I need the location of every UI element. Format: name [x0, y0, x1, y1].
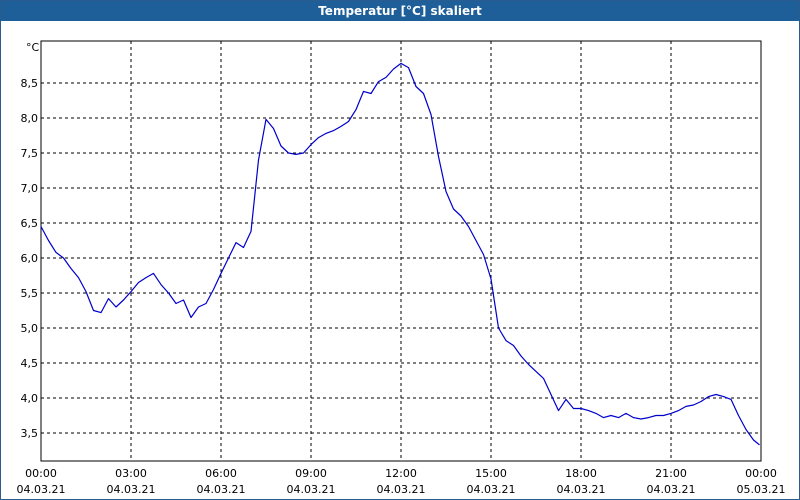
- x-tick-date-label: 04.03.21: [377, 483, 426, 496]
- y-axis-unit-label: °C: [26, 41, 40, 54]
- y-tick-label: 4,0: [21, 392, 39, 405]
- temperature-chart: 3,54,04,55,05,56,06,57,07,58,08,5 00:000…: [17, 40, 786, 496]
- y-tick-label: 6,5: [21, 217, 39, 230]
- x-axis-ticks: 00:00 04.03.21 03:00 04.03.21 06:00 04.03.21 0…: [17, 467, 786, 496]
- grid-lines: [41, 41, 761, 461]
- y-tick-label: 8,5: [21, 77, 39, 90]
- y-tick-label: 5,0: [21, 322, 39, 335]
- series-line: [40, 62, 760, 446]
- x-tick-time-label: 18:00: [565, 467, 597, 480]
- y-axis-ticks: 3,5 4,0 4,5 5,0 5,5 6,0 6,5 7,0 7,5 8,0 8,5: [21, 77, 39, 440]
- x-tick-time-label: 00:00: [745, 467, 777, 480]
- y-tick-label: 4,5: [21, 357, 39, 370]
- x-tick-time-label: 03:00: [115, 467, 147, 480]
- x-tick-date-label: 04.03.21: [107, 483, 156, 496]
- y-tick-label: 5,5: [21, 287, 39, 300]
- x-tick-date-label: 04.03.21: [287, 483, 336, 496]
- x-tick-time-label: 09:00: [295, 467, 327, 480]
- x-tick-date-label: 04.03.21: [557, 483, 606, 496]
- x-tick-date-label: 04.03.21: [17, 483, 66, 496]
- x-tick-time-label: 15:00: [475, 467, 507, 480]
- y-tick-label: 7,5: [21, 147, 39, 160]
- x-tick-date-label: 04.03.21: [647, 483, 696, 496]
- x-tick-date-label: 04.03.21: [197, 483, 246, 496]
- y-tick-label: 7,0: [21, 182, 39, 195]
- x-tick-date-label: 04.03.21: [467, 483, 516, 496]
- x-tick-time-label: 06:00: [205, 467, 237, 480]
- x-tick-time-label: 21:00: [655, 467, 687, 480]
- x-tick-time-label: 00:00: [25, 467, 57, 480]
- chart-window: Temperatur [°C] skaliert 3,5 4,0 4,5 5,0 5,5…: [0, 0, 800, 500]
- y-tick-label: 6,0: [21, 252, 39, 265]
- x-tick-date-label: 05.03.21: [737, 483, 786, 496]
- x-tick-time-label: 12:00: [385, 467, 417, 480]
- y-tick-label: 3,5: [21, 427, 39, 440]
- y-tick-label: 8,0: [21, 112, 39, 125]
